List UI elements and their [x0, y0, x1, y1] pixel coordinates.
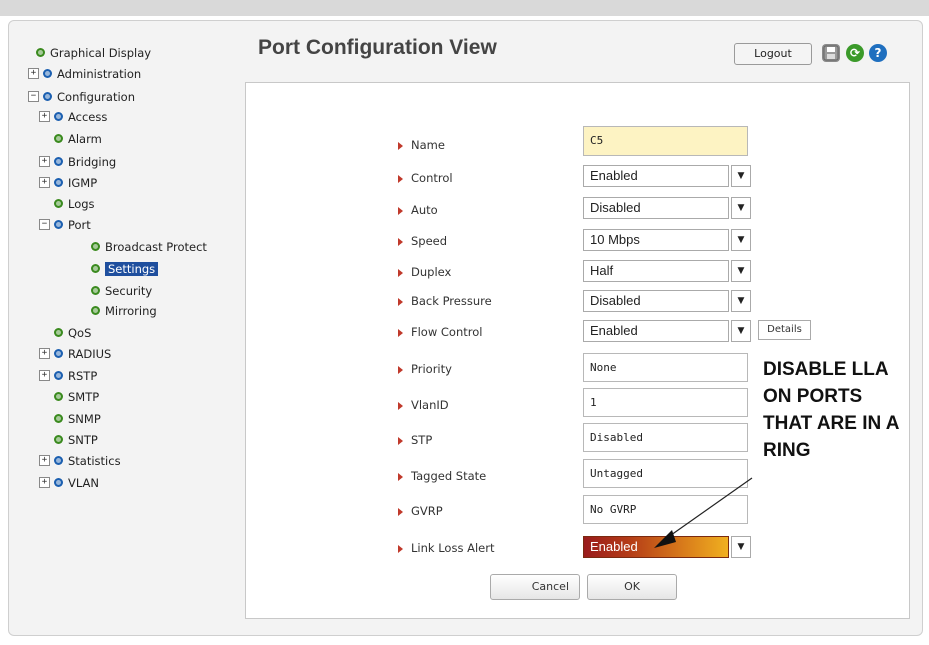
pointer-arrowhead: [654, 530, 676, 548]
annotation-pointer-arrow: [654, 477, 753, 548]
pointer-line: [663, 477, 753, 541]
